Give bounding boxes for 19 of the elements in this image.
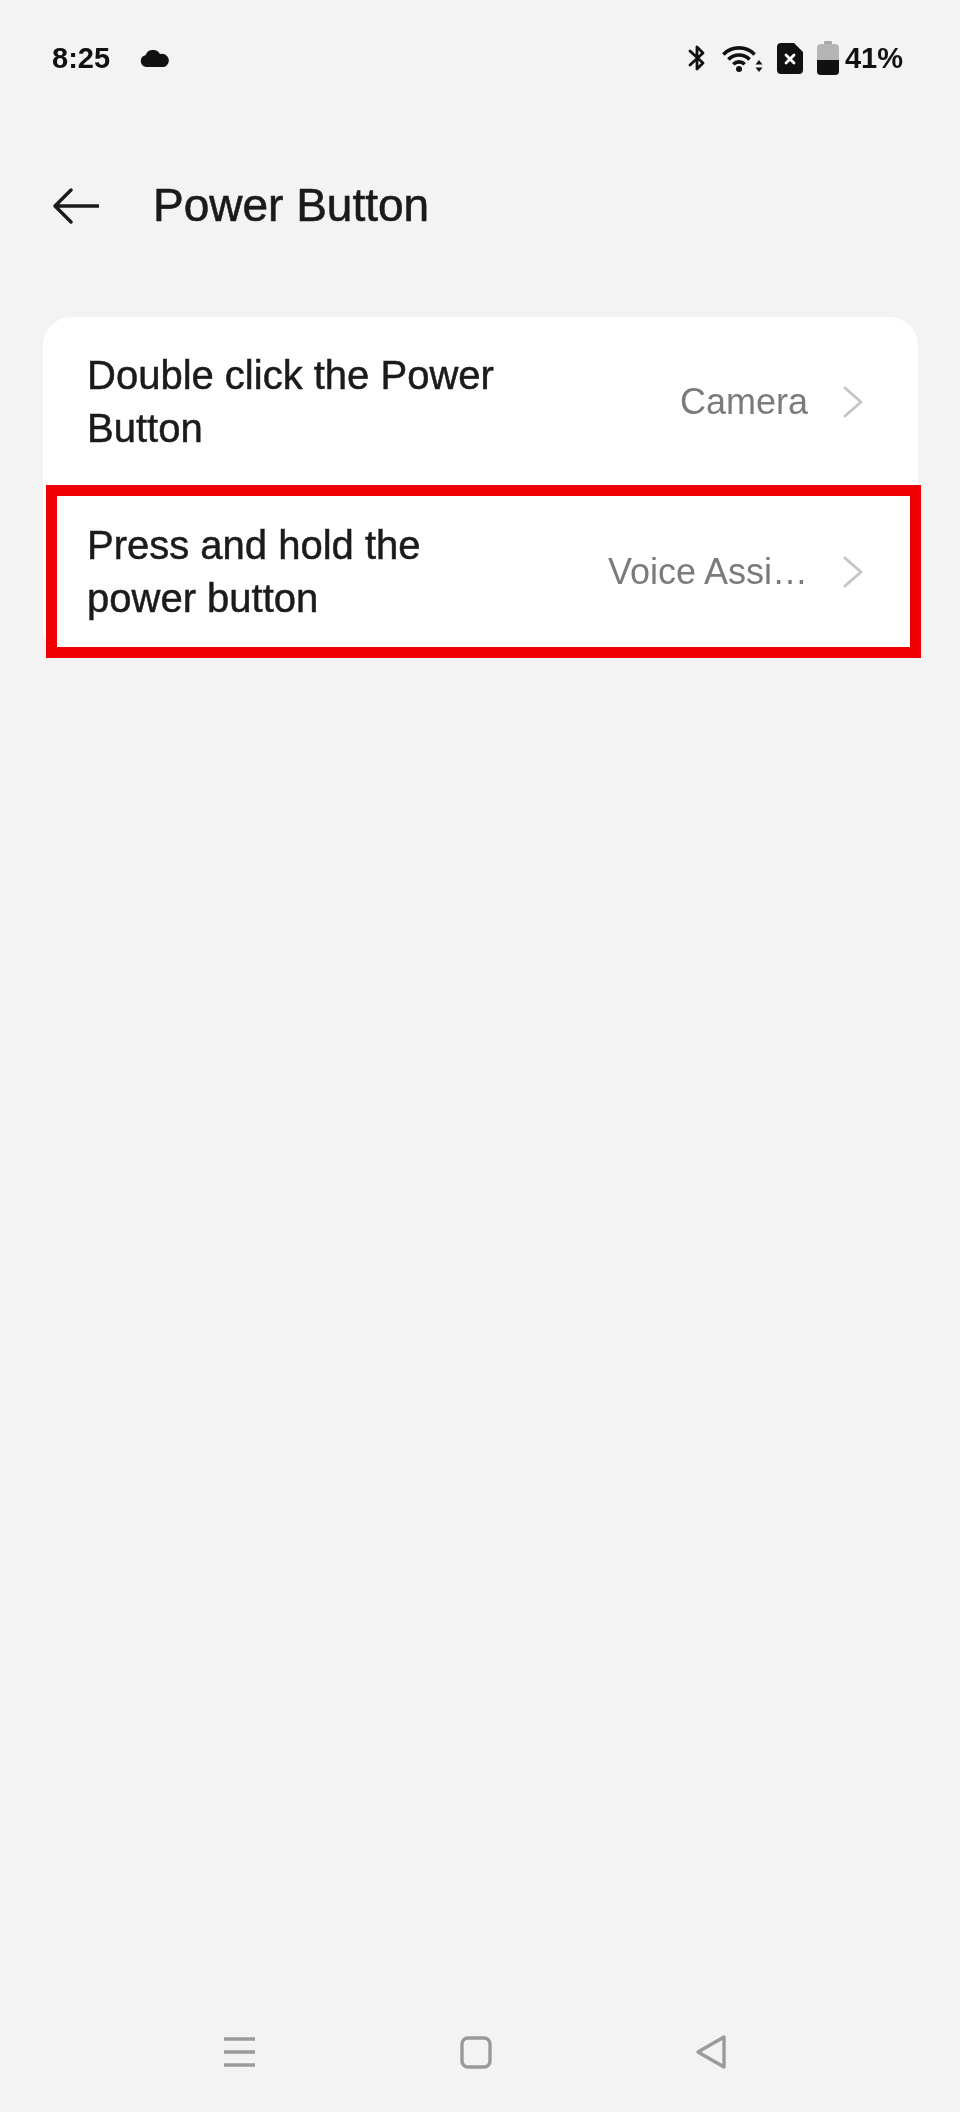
back-arrow-icon <box>52 188 99 224</box>
setting-title: Double click the Power Button <box>87 352 495 452</box>
home-icon[interactable] <box>459 2035 492 2069</box>
page-title: Power Button <box>153 178 430 234</box>
status-time: 8:25 <box>52 43 111 73</box>
setting-value: Voice Assi… <box>607 551 808 593</box>
setting-value: Camera <box>679 381 808 423</box>
back-icon[interactable] <box>695 2034 727 2070</box>
chevron-right-icon <box>842 556 864 588</box>
setting-title: Press and hold the power button <box>87 522 422 622</box>
sim-card-icon <box>776 42 803 74</box>
chevron-right-icon <box>842 386 864 418</box>
battery-icon <box>816 41 839 75</box>
cloud-icon <box>140 49 171 67</box>
setting-item[interactable]: Press and hold the power button Voice Assi… <box>43 487 918 657</box>
setting-item[interactable]: Double click the Power Button Camera <box>43 317 918 487</box>
battery-percent: 41% <box>844 43 903 73</box>
back-button[interactable] <box>52 188 99 224</box>
menu-icon[interactable] <box>223 2036 256 2068</box>
